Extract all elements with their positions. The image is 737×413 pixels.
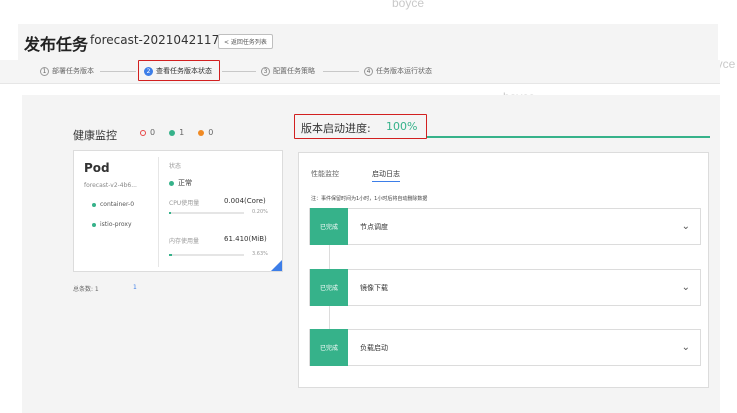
tab-startup-log[interactable]: 启动日志 bbox=[372, 169, 400, 182]
startup-detail-card: 性能监控 启动日志 注：事件保留时间为1小时，1小时后将自动删除数据 已完成 节… bbox=[298, 152, 709, 388]
status-row: 正常 bbox=[169, 178, 192, 188]
warning-count: 0 bbox=[208, 128, 214, 137]
container-item[interactable]: container-0 bbox=[92, 201, 134, 208]
step-connector bbox=[222, 71, 256, 72]
step-2-highlight-box bbox=[138, 60, 220, 81]
healthy-dot-icon bbox=[169, 129, 176, 136]
stage-status-badge: 已完成 bbox=[310, 208, 348, 245]
error-count: 0 bbox=[150, 128, 156, 137]
step-3-label: 配置任务策略 bbox=[273, 67, 315, 75]
memory-bar-fill bbox=[169, 254, 172, 256]
log-retention-note: 注：事件保留时间为1小时，1小时后将自动删除数据 bbox=[311, 196, 428, 202]
step-4-number: 4 bbox=[364, 66, 373, 76]
container-name: istio-proxy bbox=[100, 221, 132, 228]
healthy-count: 1 bbox=[179, 128, 185, 137]
page-title: 发布任务 bbox=[24, 35, 89, 54]
stage-status-badge: 已完成 bbox=[310, 269, 348, 306]
step-1-label: 部署任务版本 bbox=[52, 67, 94, 75]
cpu-label: CPU使用量 bbox=[169, 200, 200, 207]
stage-status-badge: 已完成 bbox=[310, 329, 348, 366]
total-count: 总条数: 1 bbox=[73, 286, 99, 293]
task-name: forecast-202104211738 bbox=[90, 33, 235, 47]
health-monitor-title: 健康监控 bbox=[73, 129, 117, 142]
chevron-down-icon[interactable]: ⌄ bbox=[682, 282, 690, 293]
memory-percent: 3.63% bbox=[252, 251, 268, 257]
status-label: 状态 bbox=[169, 163, 182, 170]
cpu-value: 0.004(Core) bbox=[224, 197, 266, 205]
pod-title: Pod bbox=[84, 161, 110, 175]
card-divider bbox=[158, 157, 159, 267]
memory-value: 61.410(MiB) bbox=[224, 235, 267, 243]
chevron-down-icon[interactable]: ⌄ bbox=[682, 221, 690, 232]
step-connector bbox=[323, 71, 359, 72]
step-4-label: 任务版本运行状态 bbox=[376, 67, 432, 75]
pod-card[interactable]: Pod forecast-v2-4b6... container-0 istio… bbox=[73, 150, 283, 272]
container-name: container-0 bbox=[100, 201, 135, 208]
stage-image-download[interactable]: 已完成 镜像下载 ⌄ bbox=[309, 269, 701, 306]
stage-connector bbox=[329, 305, 330, 329]
back-to-list-button[interactable]: < 返回任务列表 bbox=[218, 34, 273, 49]
stage-connector bbox=[329, 244, 330, 270]
container-item[interactable]: istio-proxy bbox=[92, 221, 132, 228]
tab-performance[interactable]: 性能监控 bbox=[311, 169, 339, 179]
status-ok-icon bbox=[169, 180, 174, 186]
pod-subname: forecast-v2-4b6... bbox=[84, 182, 137, 189]
watermark-top: boyce bbox=[392, 0, 425, 10]
step-connector bbox=[100, 71, 136, 72]
selected-corner-icon bbox=[271, 260, 282, 271]
memory-bar bbox=[169, 254, 244, 256]
error-dot-icon bbox=[140, 129, 146, 136]
step-1-number: 1 bbox=[40, 66, 49, 76]
cpu-percent: 0.20% bbox=[252, 209, 268, 215]
container-status-icon bbox=[92, 222, 96, 227]
stage-label: 负载启动 bbox=[360, 343, 388, 352]
memory-label: 内存使用量 bbox=[169, 238, 200, 245]
step-bar: 1 部署任务版本 2 查看任务版本状态 3 配置任务策略 4 任务版本运行状态 bbox=[0, 60, 720, 84]
cpu-bar-fill bbox=[169, 212, 171, 214]
stage-label: 镜像下载 bbox=[360, 283, 388, 292]
step-4[interactable]: 4 任务版本运行状态 bbox=[364, 66, 432, 76]
page-header: 发布任务 forecast-202104211738 < 返回任务列表 bbox=[18, 24, 718, 60]
cpu-bar bbox=[169, 212, 244, 214]
step-3-number: 3 bbox=[261, 66, 270, 76]
stage-label: 节点调度 bbox=[360, 222, 388, 231]
progress-highlight-box bbox=[294, 114, 427, 139]
stage-node-scheduling[interactable]: 已完成 节点调度 ⌄ bbox=[309, 208, 701, 245]
chevron-down-icon[interactable]: ⌄ bbox=[682, 342, 690, 353]
container-status-icon bbox=[92, 202, 96, 207]
health-counts: 0 1 0 bbox=[140, 128, 213, 137]
step-1[interactable]: 1 部署任务版本 bbox=[40, 66, 94, 76]
status-value: 正常 bbox=[178, 179, 192, 187]
progress-line bbox=[427, 136, 710, 138]
warning-dot-icon bbox=[198, 129, 205, 136]
page-number[interactable]: 1 bbox=[133, 284, 137, 291]
stage-workload-start[interactable]: 已完成 负载启动 ⌄ bbox=[309, 329, 701, 366]
step-3[interactable]: 3 配置任务策略 bbox=[261, 66, 315, 76]
